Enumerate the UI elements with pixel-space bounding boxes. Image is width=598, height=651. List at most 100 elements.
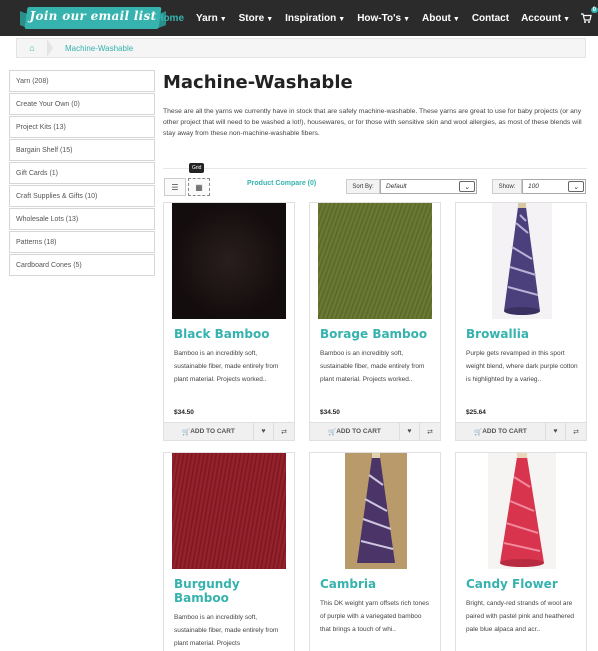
cart-icon: [581, 13, 592, 23]
product-name[interactable]: Candy Flower: [466, 577, 558, 591]
nav-store[interactable]: Store ▼: [239, 13, 274, 24]
show-label: Show:: [492, 179, 522, 194]
sidebar-item-patterns[interactable]: Patterns (18): [9, 231, 155, 253]
wishlist-button[interactable]: ♥: [400, 423, 420, 440]
nav-about[interactable]: About ▼: [422, 13, 460, 24]
sidebar-item-bargain-shelf[interactable]: Bargain Shelf (15): [9, 139, 155, 161]
product-card: Browallia Purple gets revamped in this s…: [455, 202, 587, 441]
list-view-button[interactable]: ☰: [164, 178, 186, 196]
sidebar-item-craft-supplies[interactable]: Craft Supplies & Gifts (10): [9, 185, 155, 207]
nav-inspiration[interactable]: Inspiration ▼: [285, 13, 345, 24]
home-icon[interactable]: ⌂: [17, 39, 47, 57]
nav-how-tos[interactable]: How-To's ▼: [357, 13, 410, 24]
show-limit-select[interactable]: 100 ⌄: [522, 179, 586, 194]
heart-icon: ♥: [553, 428, 558, 435]
nav-label: Contact: [471, 12, 510, 24]
product-price: $34.50: [320, 409, 340, 416]
nav-label: Account: [521, 12, 562, 24]
product-price: $25.64: [466, 409, 486, 416]
nav-label: Yarn: [196, 12, 218, 24]
nav-label: Store: [238, 12, 265, 24]
chevron-down-icon: ▼: [219, 15, 227, 23]
email-list-logo-banner[interactable]: Join our email list: [20, 3, 166, 31]
chevron-down-icon: ▼: [563, 15, 570, 23]
product-card: Borage Bamboo Bamboo is an incredibly so…: [309, 202, 441, 441]
product-name[interactable]: Browallia: [466, 327, 529, 341]
breadcrumb: ⌂ Machine-Washable: [16, 38, 586, 58]
chevron-down-icon: ▼: [403, 15, 410, 23]
sidebar-item-project-kits[interactable]: Project Kits (13): [9, 116, 155, 138]
top-navigation-bar: Join our email list Home Yarn ▼ Store ▼ In…: [0, 0, 598, 36]
product-name[interactable]: Burgundy Bamboo: [174, 577, 264, 605]
sidebar-item-yarn[interactable]: Yarn (208): [9, 70, 155, 92]
product-image[interactable]: [488, 453, 556, 569]
add-to-cart-button[interactable]: 🛒 ADD TO CART: [310, 423, 400, 440]
add-to-cart-label: ADD TO CART: [482, 428, 527, 435]
yarn-cone-illustration: [345, 453, 407, 569]
compare-icon: ⇄: [427, 428, 433, 436]
add-to-cart-button[interactable]: 🛒 ADD TO CART: [164, 423, 254, 440]
wishlist-button[interactable]: ♥: [254, 423, 274, 440]
compare-button[interactable]: ⇄: [566, 423, 586, 440]
nav-label: How-To's: [357, 12, 402, 24]
nav-account[interactable]: Account ▼: [521, 13, 570, 24]
sidebar-item-wholesale-lots[interactable]: Wholesale Lots (13): [9, 208, 155, 230]
nav-yarn[interactable]: Yarn ▼: [196, 13, 227, 24]
list-icon: ☰: [171, 182, 179, 192]
yarn-cone-illustration: [488, 453, 556, 569]
add-to-cart-label: ADD TO CART: [336, 428, 381, 435]
product-image[interactable]: [492, 203, 552, 319]
product-price: $34.50: [174, 409, 194, 416]
sidebar-item-create-your-own[interactable]: Create Your Own (0): [9, 93, 155, 115]
product-actions: 🛒 ADD TO CART ♥ ⇄: [164, 422, 294, 440]
sort-by-label: Sort By:: [346, 179, 380, 194]
product-description: Purple gets revamped in this sport weigh…: [466, 350, 578, 383]
product-card: Candy Flower Bright, candy-red strands o…: [455, 452, 587, 651]
add-to-cart-button[interactable]: 🛒 ADD TO CART: [456, 423, 546, 440]
chevron-down-icon: ⌄: [459, 181, 475, 192]
sidebar-item-cardboard-cones[interactable]: Cardboard Cones (5): [9, 254, 155, 276]
chevron-down-icon: ▼: [266, 15, 274, 23]
product-name[interactable]: Borage Bamboo: [320, 327, 427, 341]
cart-count-badge: 0: [590, 7, 598, 13]
heart-icon: ♥: [261, 428, 266, 435]
category-sidebar: Yarn (208) Create Your Own (0) Project K…: [9, 70, 155, 277]
wishlist-button[interactable]: ♥: [546, 423, 566, 440]
chevron-down-icon: ▼: [452, 15, 460, 23]
product-card: Cambria This DK weight yarn offsets rich…: [309, 452, 441, 651]
product-image[interactable]: [318, 203, 432, 319]
show-value: 100: [528, 183, 539, 190]
cart-button[interactable]: 0: [580, 7, 598, 24]
product-description: Bright, candy-red strands of wool are pa…: [466, 600, 575, 633]
nav-label: About: [422, 12, 451, 24]
product-name[interactable]: Black Bamboo: [174, 327, 269, 341]
compare-icon: ⇄: [573, 428, 579, 436]
add-to-cart-label: ADD TO CART: [190, 428, 235, 435]
grid-icon: ▦: [195, 182, 203, 192]
product-actions: 🛒 ADD TO CART ♥ ⇄: [456, 422, 586, 440]
product-description: Bamboo is an incredibly soft, sustainabl…: [320, 350, 425, 383]
compare-button[interactable]: ⇄: [274, 423, 294, 440]
product-image[interactable]: [345, 453, 407, 569]
product-name[interactable]: Cambria: [320, 577, 376, 591]
yarn-cone-illustration: [492, 203, 552, 319]
product-compare-link[interactable]: Product Compare (0): [247, 180, 316, 187]
cart-icon: 🛒: [328, 428, 337, 436]
sort-by-select[interactable]: Default ⌄: [380, 179, 477, 194]
nav-contact[interactable]: Contact: [472, 13, 509, 24]
product-image[interactable]: [172, 453, 286, 569]
breadcrumb-current[interactable]: Machine-Washable: [53, 44, 133, 53]
product-image[interactable]: [172, 203, 286, 319]
product-description: Bamboo is an incredibly soft, sustainabl…: [174, 350, 279, 383]
compare-button[interactable]: ⇄: [420, 423, 440, 440]
nav-home[interactable]: Home: [156, 13, 184, 24]
category-description: These are all the yarns we currently hav…: [163, 108, 582, 137]
sort-value: Default: [386, 183, 407, 190]
sidebar-item-gift-cards[interactable]: Gift Cards (1): [9, 162, 155, 184]
page-title: Machine-Washable: [163, 72, 353, 93]
grid-view-button[interactable]: ▦: [188, 178, 210, 196]
chevron-down-icon: ▼: [338, 15, 346, 23]
grid-tooltip: Grid: [189, 163, 205, 173]
product-actions: 🛒 ADD TO CART ♥ ⇄: [310, 422, 440, 440]
main-nav: Home Yarn ▼ Store ▼ Inspiration ▼ How-To's ▼…: [144, 0, 598, 36]
